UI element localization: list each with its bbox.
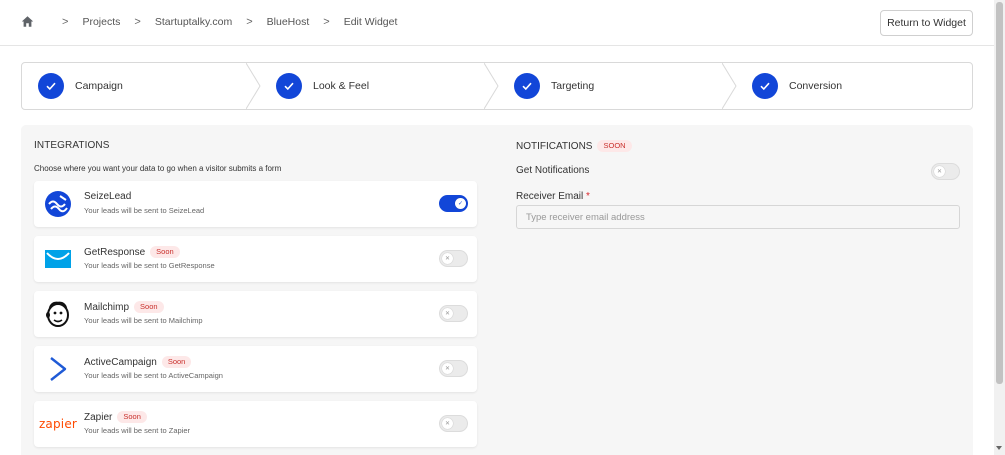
step-label: Look & Feel — [313, 80, 370, 92]
integration-name-text: Mailchimp — [84, 301, 130, 313]
integration-description: Your leads will be sent to ActiveCampaig… — [84, 371, 223, 380]
seizelead-logo-icon — [43, 190, 73, 218]
integration-name-text: Zapier — [84, 411, 113, 423]
integration-name: ActiveCampaign Soon — [84, 356, 192, 369]
mailchimp-toggle[interactable]: ✕ — [439, 305, 468, 322]
scrollbar-thumb[interactable] — [996, 2, 1003, 384]
close-icon: ✕ — [442, 418, 453, 429]
breadcrumb-site[interactable]: Startuptalky.com — [155, 16, 232, 28]
step-targeting[interactable]: Targeting — [514, 63, 594, 109]
step-label: Targeting — [551, 80, 595, 92]
return-to-widget-button[interactable]: Return to Widget — [880, 10, 973, 36]
soon-badge: Soon — [117, 411, 147, 424]
step-label: Conversion — [789, 80, 843, 92]
integration-description: Your leads will be sent to Mailchimp — [84, 316, 203, 325]
integrations-subtitle: Choose where you want your data to go wh… — [34, 164, 282, 173]
close-icon: ✕ — [442, 253, 453, 264]
activecampaign-toggle[interactable]: ✕ — [439, 360, 468, 377]
soon-badge: Soon — [134, 301, 164, 314]
step-campaign[interactable]: Campaign — [38, 63, 123, 109]
soon-badge: Soon — [150, 246, 180, 259]
close-icon: ✕ — [442, 308, 453, 319]
integration-card-seizelead: SeizeLead Your leads will be sent to Sei… — [34, 181, 477, 227]
seizelead-toggle[interactable]: ✓ — [439, 195, 468, 212]
integration-description: Your leads will be sent to GetResponse — [84, 261, 215, 270]
top-header: > Projects > Startuptalky.com > BlueHost… — [0, 0, 994, 46]
wizard-steps: Campaign Look & Feel Targeting Conversio… — [21, 62, 973, 110]
integration-card-getresponse: GetResponse Soon Your leads will be sent… — [34, 236, 477, 282]
zapier-toggle[interactable]: ✕ — [439, 415, 468, 432]
zapier-logo-text: zapier — [38, 417, 78, 431]
integration-card-zapier: zapier Zapier Soon Your leads will be se… — [34, 401, 477, 447]
step-divider — [484, 63, 499, 109]
check-icon — [38, 73, 64, 99]
step-divider — [722, 63, 737, 109]
integrations-title: INTEGRATIONS — [34, 140, 110, 151]
getresponse-toggle[interactable]: ✕ — [439, 250, 468, 267]
receiver-email-label-text: Receiver Email — [516, 191, 584, 202]
close-icon: ✕ — [442, 363, 453, 374]
step-divider — [246, 63, 261, 109]
activecampaign-logo-icon — [43, 355, 73, 383]
receiver-email-input[interactable] — [516, 205, 960, 229]
close-icon: ✕ — [934, 166, 945, 177]
integration-card-activecampaign: ActiveCampaign Soon Your leads will be s… — [34, 346, 477, 392]
soon-badge: Soon — [161, 356, 192, 369]
breadcrumb-separator: > — [134, 15, 141, 28]
integration-description: Your leads will be sent to SeizeLead — [84, 206, 205, 215]
getresponse-logo-icon — [43, 245, 73, 273]
step-look-and-feel[interactable]: Look & Feel — [276, 63, 369, 109]
step-label: Campaign — [75, 80, 123, 92]
soon-badge: SOON — [597, 140, 632, 153]
get-notifications-label: Get Notifications — [516, 165, 590, 176]
integration-name: Zapier Soon — [84, 411, 147, 424]
step-conversion[interactable]: Conversion — [752, 63, 842, 109]
notifications-title-text: NOTIFICATIONS — [516, 140, 593, 152]
integration-name: GetResponse Soon — [84, 246, 180, 259]
check-icon — [752, 73, 778, 99]
scroll-down-arrow-icon[interactable] — [996, 446, 1002, 450]
breadcrumb: > Projects > Startuptalky.com > BlueHost… — [21, 15, 397, 28]
check-icon: ✓ — [455, 198, 466, 209]
breadcrumb-campaign[interactable]: BlueHost — [267, 16, 310, 28]
receiver-email-label: Receiver Email * — [516, 191, 590, 202]
notifications-title: NOTIFICATIONS SOON — [516, 140, 632, 153]
integration-name-text: SeizeLead — [84, 191, 132, 202]
required-mark: * — [586, 191, 590, 202]
integration-name: Mailchimp Soon — [84, 301, 164, 314]
integration-name: SeizeLead — [84, 191, 131, 202]
mailchimp-logo-icon — [43, 300, 73, 328]
breadcrumb-projects[interactable]: Projects — [82, 16, 120, 28]
home-icon[interactable] — [21, 15, 34, 28]
zapier-logo-icon: zapier — [39, 410, 77, 438]
integration-description: Your leads will be sent to Zapier — [84, 426, 191, 435]
breadcrumb-separator: > — [62, 15, 69, 28]
breadcrumb-separator: > — [323, 15, 330, 28]
breadcrumb-separator: > — [246, 15, 253, 28]
integration-name-text: GetResponse — [84, 246, 146, 258]
check-icon — [514, 73, 540, 99]
integration-name-text: ActiveCampaign — [84, 356, 157, 368]
get-notifications-toggle[interactable]: ✕ — [931, 163, 960, 180]
check-icon — [276, 73, 302, 99]
breadcrumb-current: Edit Widget — [343, 15, 398, 28]
integration-card-mailchimp: Mailchimp Soon Your leads will be sent t… — [34, 291, 477, 337]
